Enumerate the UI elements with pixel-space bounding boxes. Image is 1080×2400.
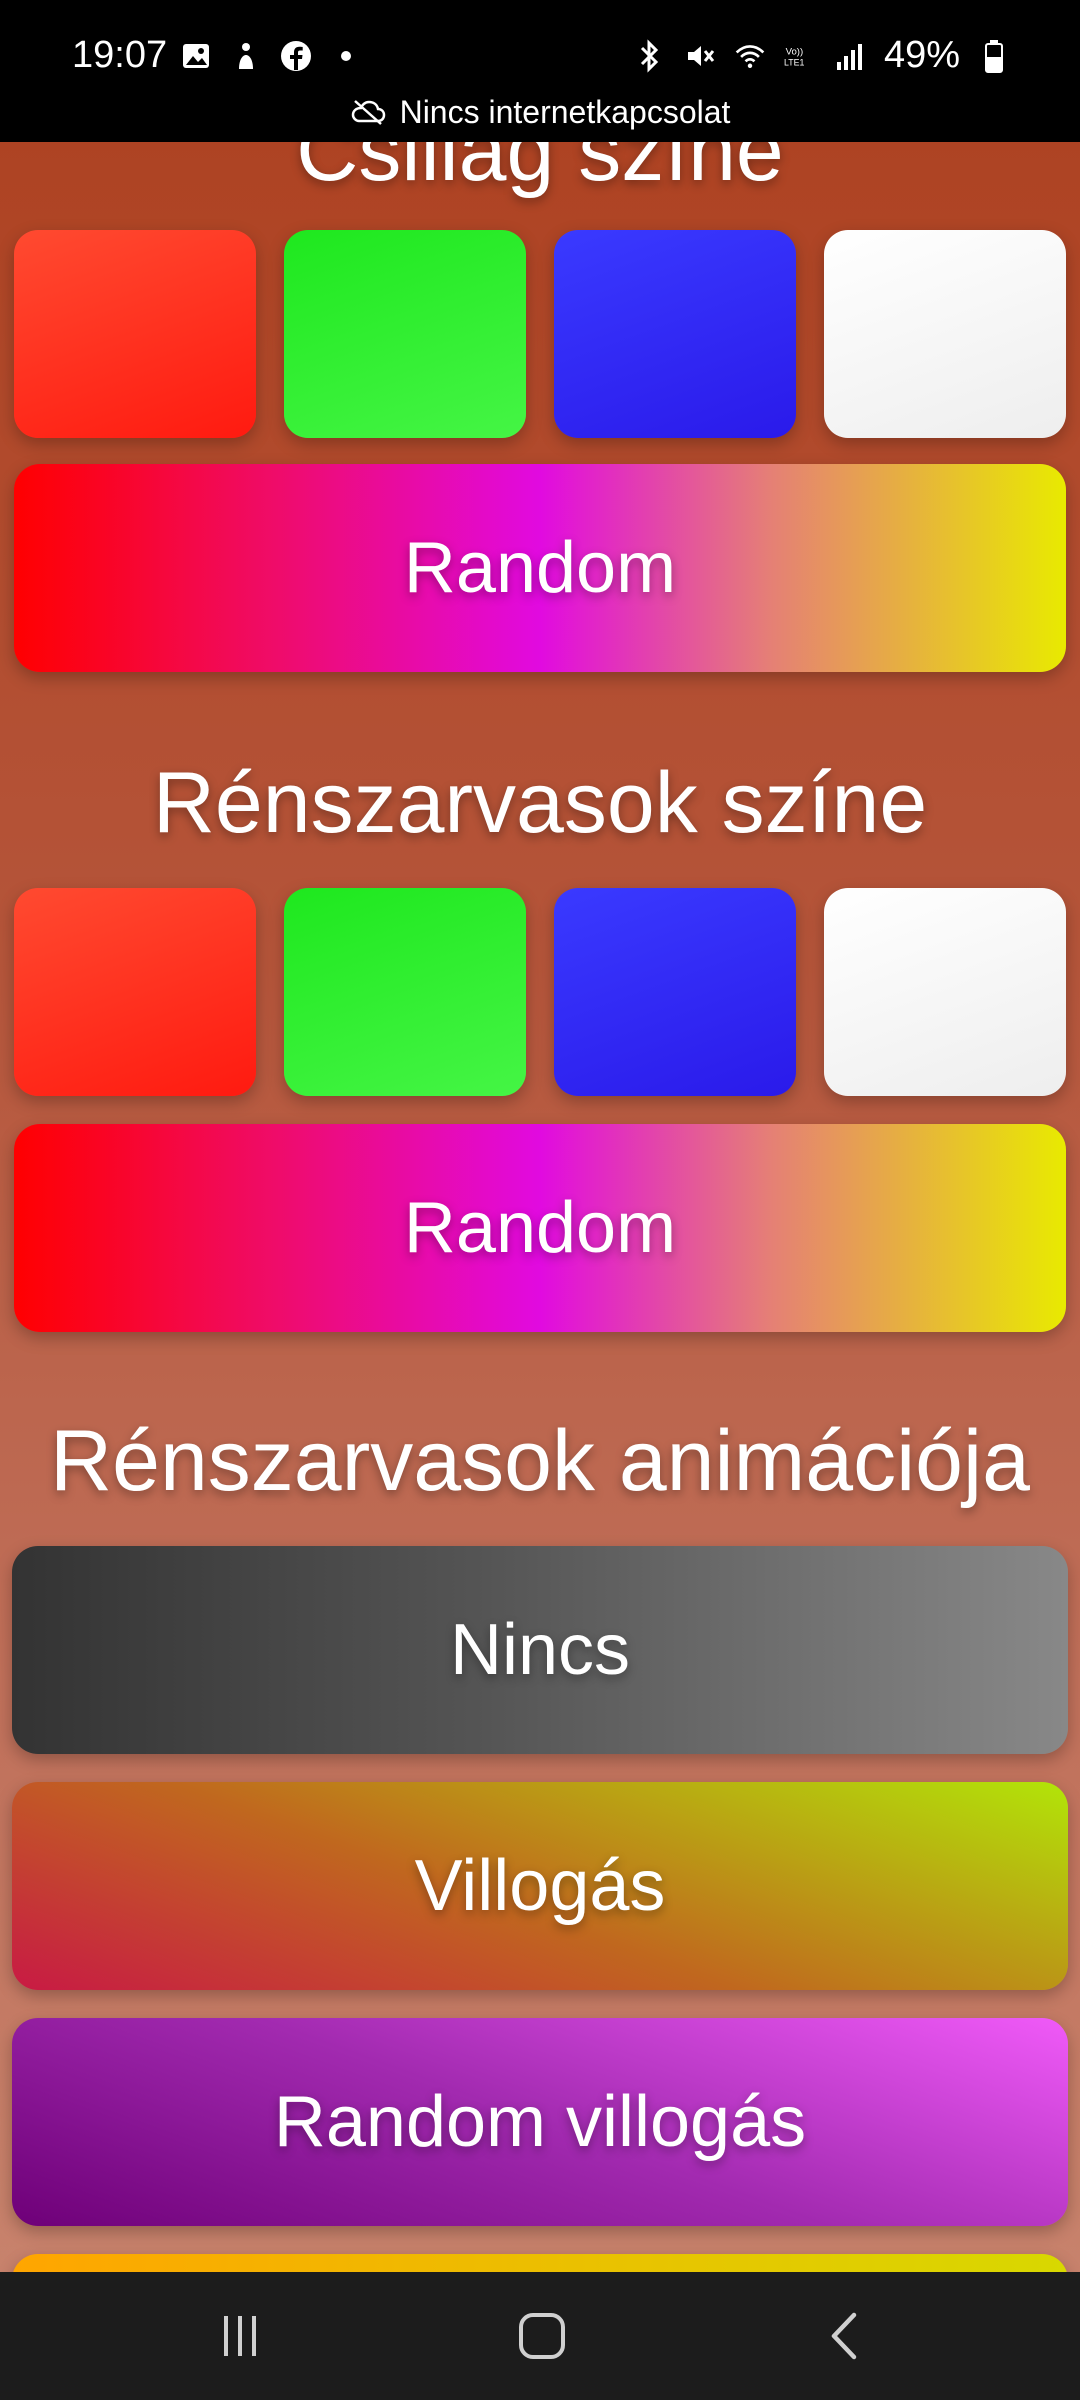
accessibility-icon — [230, 40, 262, 72]
reindeer-color-white-button[interactable] — [824, 888, 1066, 1096]
reindeer-color-green-button[interactable] — [284, 888, 526, 1096]
navigation-bar — [0, 2272, 1080, 2400]
svg-text:LTE1: LTE1 — [784, 57, 804, 67]
star-color-green-button[interactable] — [284, 230, 526, 438]
battery-percent: 49% — [883, 34, 960, 76]
bluetooth-icon — [634, 38, 666, 73]
wifi-icon — [734, 40, 766, 72]
animation-blink-button[interactable]: Villogás — [12, 1782, 1068, 1990]
battery-icon — [978, 39, 1010, 73]
no-internet-notice: Nincs internetkapcsolat — [0, 94, 1080, 133]
home-icon[interactable] — [502, 2302, 582, 2370]
status-system-icons: Vo)) LTE1 49% — [634, 34, 1010, 77]
reindeer-color-blue-button[interactable] — [554, 888, 796, 1096]
star-color-red-button[interactable] — [14, 230, 256, 438]
reindeer-animation-title: Rénszarvasok animációja — [50, 1413, 1030, 1509]
back-icon[interactable] — [804, 2302, 884, 2370]
dot-icon — [330, 40, 362, 72]
reindeer-color-red-button[interactable] — [14, 888, 256, 1096]
status-bar: 19:07 Vo)) LTE1 49% Nincs internetkapcso… — [0, 0, 1080, 142]
main-content[interactable]: Csillag színe Random Rénszarvasok színe … — [0, 142, 1080, 2272]
reindeer-color-title: Rénszarvasok színe — [152, 755, 928, 851]
signal-icon — [834, 40, 866, 72]
cloud-off-icon — [350, 96, 386, 133]
animation-random-blink-button[interactable]: Random villogás — [12, 2018, 1068, 2226]
animation-none-button[interactable]: Nincs — [12, 1546, 1068, 1754]
star-color-title: Csillag színe — [296, 142, 784, 199]
animation-next-button[interactable] — [12, 2254, 1068, 2272]
mute-icon — [684, 40, 716, 72]
star-color-blue-button[interactable] — [554, 230, 796, 438]
star-color-white-button[interactable] — [824, 230, 1066, 438]
reindeer-random-button[interactable]: Random — [14, 1124, 1066, 1332]
status-time: 19:07 — [72, 34, 168, 76]
no-internet-text: Nincs internetkapcsolat — [399, 94, 731, 130]
gallery-icon — [180, 40, 212, 72]
svg-text:Vo)): Vo)) — [786, 46, 804, 57]
star-random-button[interactable]: Random — [14, 464, 1066, 672]
facebook-icon — [280, 40, 312, 72]
status-notification-icons — [180, 40, 362, 72]
recents-icon[interactable] — [200, 2302, 280, 2370]
volte-icon: Vo)) LTE1 — [784, 40, 816, 72]
